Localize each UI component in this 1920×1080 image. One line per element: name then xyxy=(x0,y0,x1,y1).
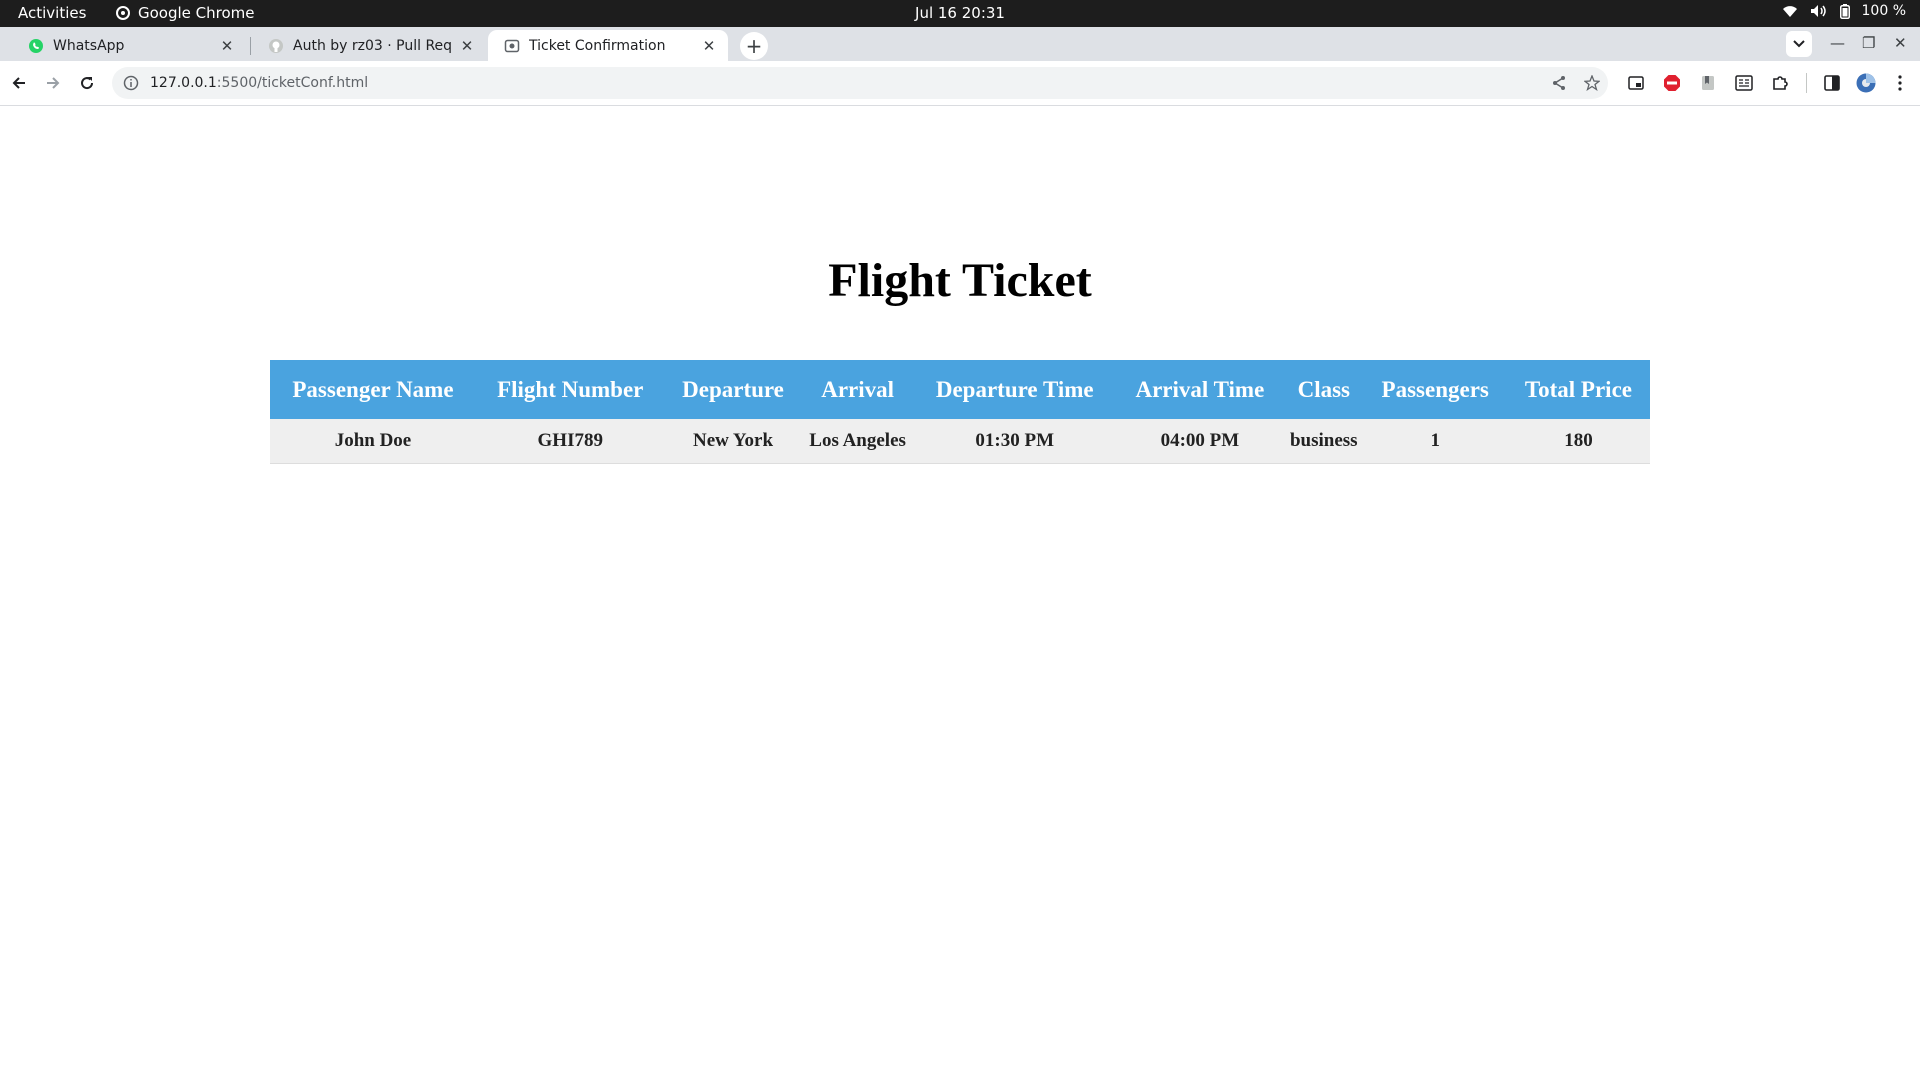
wifi-icon xyxy=(1782,4,1798,18)
profile-avatar[interactable] xyxy=(1856,73,1876,93)
column-header: Total Price xyxy=(1506,360,1650,419)
battery-icon xyxy=(1839,3,1850,19)
share-icon[interactable] xyxy=(1550,74,1568,92)
column-header: Departure xyxy=(664,360,802,419)
github-icon xyxy=(268,38,284,54)
extensions-puzzle-icon[interactable] xyxy=(1770,73,1790,93)
tab-title: Ticket Confirmation xyxy=(529,37,666,54)
passengers-cell: 1 xyxy=(1363,419,1507,464)
close-tab-icon[interactable]: ✕ xyxy=(700,37,718,55)
departure-time-cell: 01:30 PM xyxy=(913,419,1116,464)
page-icon xyxy=(504,38,520,54)
tab-ticket-confirmation[interactable]: Ticket Confirmation ✕ xyxy=(488,30,728,61)
column-header: Passengers xyxy=(1363,360,1507,419)
arrival-cell: Los Angeles xyxy=(801,419,914,464)
reload-button[interactable] xyxy=(76,72,98,94)
class-cell: business xyxy=(1284,419,1364,464)
bookmark-star-icon[interactable] xyxy=(1583,74,1601,92)
column-header: Flight Number xyxy=(475,360,665,419)
minimize-button[interactable]: — xyxy=(1830,34,1845,52)
column-header: Departure Time xyxy=(913,360,1116,419)
whatsapp-icon xyxy=(28,38,44,54)
ticket-table: Passenger Name Flight Number Departure A… xyxy=(270,360,1650,464)
status-area[interactable]: 100 % xyxy=(1782,3,1906,19)
total-price-cell: 180 xyxy=(1506,419,1650,464)
page-content: Flight Ticket Passenger Name Flight Numb… xyxy=(0,107,1920,1080)
tab-pull-request[interactable]: Auth by rz03 · Pull Reque ✕ xyxy=(252,30,486,61)
tab-title: WhatsApp xyxy=(53,37,125,54)
table-row: John Doe GHI789 New York Los Angeles 01:… xyxy=(270,419,1650,464)
browser-toolbar: 127.0.0.1:5500/ticketConf.html xyxy=(0,61,1920,106)
url-text: 127.0.0.1:5500/ticketConf.html xyxy=(150,75,368,91)
back-button[interactable] xyxy=(8,72,30,94)
restore-button[interactable]: ❐ xyxy=(1862,34,1875,52)
tab-strip: WhatsApp ✕ Auth by rz03 · Pull Reque ✕ T… xyxy=(0,27,1920,61)
page-title: Flight Ticket xyxy=(828,254,1092,307)
arrow-right-icon xyxy=(47,77,60,89)
column-header: Arrival Time xyxy=(1115,360,1285,419)
column-header: Class xyxy=(1284,360,1364,419)
system-top-bar: Activities Google Chrome Jul 16 20:31 10… xyxy=(0,0,1920,27)
chevron-down-icon xyxy=(1793,40,1805,48)
tab-search-button[interactable] xyxy=(1786,31,1812,57)
volume-icon xyxy=(1810,4,1828,18)
clock[interactable]: Jul 16 20:31 xyxy=(0,4,1920,22)
picture-in-picture-icon[interactable] xyxy=(1626,73,1646,93)
passenger-name-cell: John Doe xyxy=(270,419,476,464)
side-panel-icon[interactable] xyxy=(1822,73,1842,93)
extension-reader-icon[interactable] xyxy=(1734,73,1754,93)
reload-icon xyxy=(81,77,94,90)
flight-number-cell: GHI789 xyxy=(475,419,665,464)
extension-bookmark-icon[interactable] xyxy=(1698,73,1718,93)
column-header: Passenger Name xyxy=(270,360,476,419)
arrival-time-cell: 04:00 PM xyxy=(1115,419,1285,464)
toolbar-divider xyxy=(1806,73,1807,93)
tab-whatsapp[interactable]: WhatsApp ✕ xyxy=(12,30,246,61)
column-header: Arrival xyxy=(801,360,914,419)
arrow-left-icon xyxy=(12,77,25,89)
table-header-row: Passenger Name Flight Number Departure A… xyxy=(270,360,1650,419)
departure-cell: New York xyxy=(664,419,802,464)
adblock-plus-icon[interactable] xyxy=(1662,73,1682,93)
forward-button[interactable] xyxy=(42,72,64,94)
tab-title: Auth by rz03 · Pull Reque xyxy=(293,37,452,54)
close-tab-icon[interactable]: ✕ xyxy=(458,37,476,55)
battery-level: 100 % xyxy=(1861,3,1906,19)
close-window-button[interactable]: ✕ xyxy=(1894,34,1907,52)
info-icon[interactable] xyxy=(122,74,140,92)
new-tab-button[interactable]: + xyxy=(740,32,768,60)
url-host: 127.0.0.1 xyxy=(150,75,217,91)
more-options-icon[interactable] xyxy=(1890,73,1910,93)
address-bar[interactable]: 127.0.0.1:5500/ticketConf.html xyxy=(112,67,1608,99)
close-tab-icon[interactable]: ✕ xyxy=(218,37,236,55)
tab-separator xyxy=(250,37,251,55)
url-path: :5500/ticketConf.html xyxy=(216,75,369,91)
